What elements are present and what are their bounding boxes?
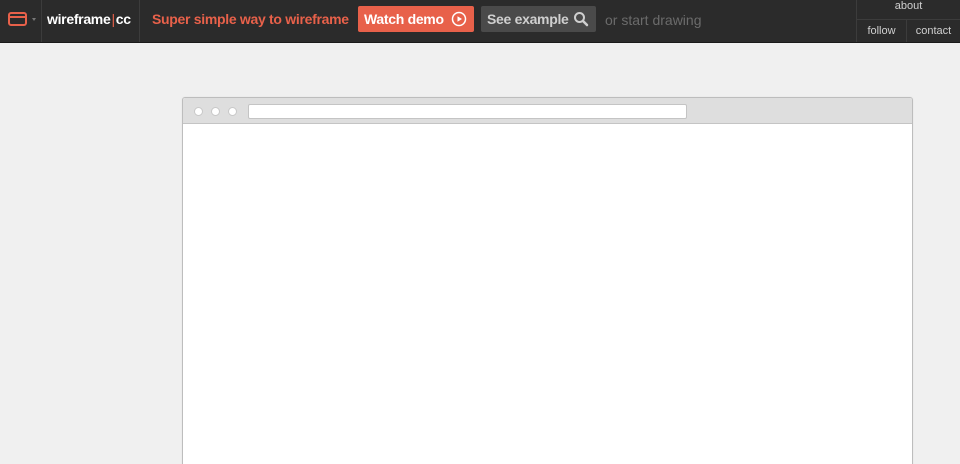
contact-link[interactable]: contact bbox=[907, 20, 960, 42]
play-circle-icon bbox=[451, 11, 467, 27]
browser-mockup[interactable] bbox=[182, 97, 913, 464]
brand-separator: | bbox=[111, 11, 115, 27]
search-icon bbox=[574, 12, 589, 27]
brand-logo[interactable]: wireframe|cc bbox=[42, 0, 140, 42]
top-nav: about follow contact bbox=[856, 0, 960, 42]
about-link[interactable]: about bbox=[857, 0, 960, 20]
brand-name: wireframe bbox=[47, 11, 111, 27]
brand-suffix: cc bbox=[115, 11, 131, 27]
brand-text: wireframe|cc bbox=[47, 11, 131, 27]
window-dot-icon bbox=[194, 107, 203, 116]
see-example-label: See example bbox=[487, 11, 569, 27]
watch-demo-button[interactable]: Watch demo bbox=[358, 6, 474, 32]
window-dot-icon bbox=[228, 107, 237, 116]
drawing-canvas[interactable] bbox=[183, 124, 912, 464]
browser-window-icon bbox=[8, 12, 27, 26]
tagline: Super simple way to wireframe bbox=[152, 11, 349, 27]
address-bar[interactable] bbox=[248, 104, 687, 119]
browser-chrome bbox=[183, 98, 912, 124]
caret-down-icon bbox=[32, 18, 36, 21]
top-bar: wireframe|cc Super simple way to wirefra… bbox=[0, 0, 960, 43]
window-dot-icon bbox=[211, 107, 220, 116]
watch-demo-label: Watch demo bbox=[364, 11, 444, 27]
see-example-button[interactable]: See example bbox=[481, 6, 596, 32]
follow-link[interactable]: follow bbox=[857, 20, 907, 42]
stencil-menu-toggle[interactable] bbox=[0, 0, 42, 42]
start-drawing-hint: or start drawing bbox=[605, 12, 702, 28]
